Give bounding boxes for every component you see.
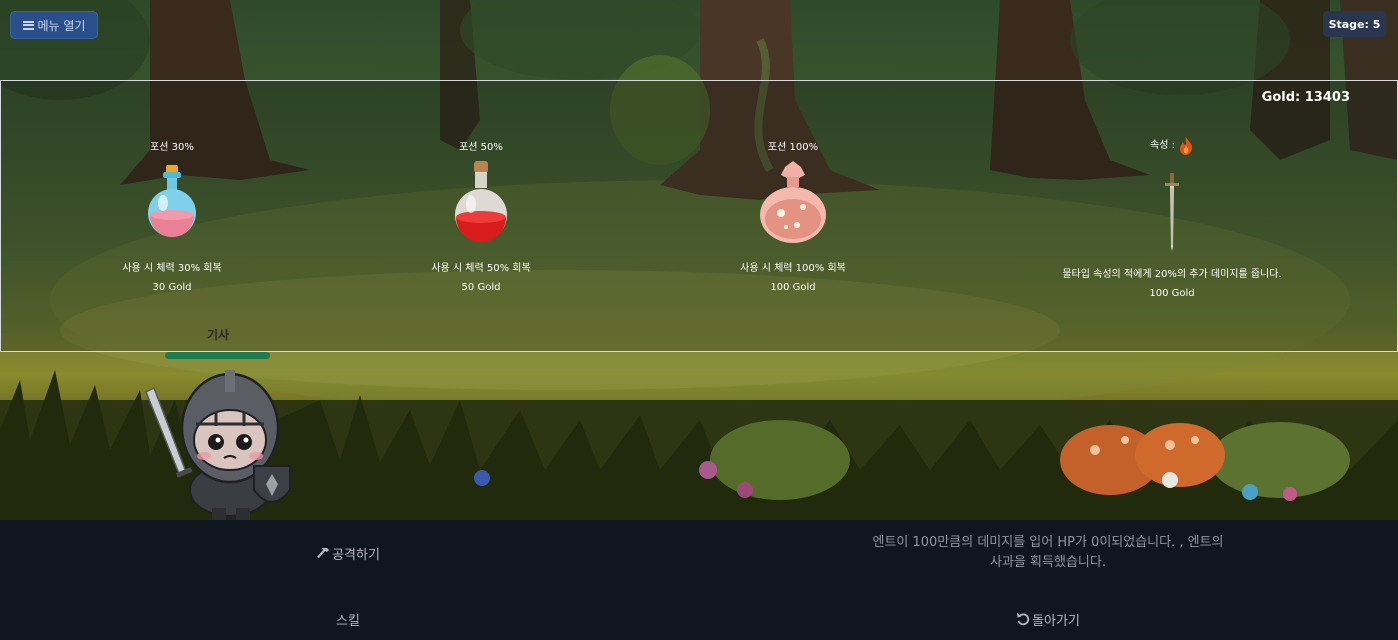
item-name: 포션 50% (459, 142, 503, 153)
back-button[interactable]: 돌아가기 (1000, 608, 1096, 630)
attack-button-label: 공격하기 (332, 547, 380, 563)
item-price: 100 Gold (1149, 288, 1195, 299)
item-name: 포션 30% (150, 142, 194, 153)
menu-icon (22, 20, 34, 30)
item-price: 30 Gold (152, 282, 192, 293)
item-description: 사용 시 체력 30% 회복 (122, 263, 222, 274)
stage-badge: Stage: 5 (1323, 11, 1386, 37)
item-description: 물타입 속성의 적에게 20%의 추가 데미지를 줍니다. (1062, 269, 1282, 280)
menu-button-label: 메뉴 열기 (37, 18, 86, 33)
shop-item-potion-30[interactable]: 포션 30% 사용 시 체력 30% 회복 30 Gold (92, 141, 252, 293)
undo-icon (1017, 613, 1030, 626)
potion-pink-icon (753, 159, 833, 249)
knight-character (140, 362, 300, 520)
shop-item-element-sword[interactable]: 속성 : 물타입 속성의 적에게 20%의 추가 데미지를 줍니다. 100 G… (1041, 137, 1303, 299)
shop-item-potion-100[interactable]: 포션 100% 사용 시 체력 100% 회복 100 Gold (713, 141, 873, 293)
skill-button-label: 스킬 (336, 613, 360, 629)
potion-red-icon (441, 159, 521, 249)
attack-button[interactable]: 공격하기 (300, 542, 396, 564)
menu-button[interactable]: 메뉴 열기 (10, 11, 98, 39)
item-price: 100 Gold (770, 282, 816, 293)
battle-log: 엔트이 100만큼의 데미지를 입어 HP가 0이되었습니다. , 엔트의 사과… (872, 535, 1224, 570)
skill-button[interactable]: 스킬 (310, 608, 386, 630)
character-hp-fill (165, 352, 270, 359)
fire-icon (1179, 137, 1193, 155)
item-description: 사용 시 체력 50% 회복 (431, 263, 531, 274)
back-button-label: 돌아가기 (1032, 613, 1080, 629)
character-name: 기사 (206, 328, 230, 342)
gold-counter: Gold: 13403 (1261, 90, 1350, 105)
item-name: 포션 100% (767, 142, 819, 153)
sword-icon (1132, 171, 1212, 253)
item-description: 사용 시 체력 100% 회복 (740, 263, 846, 274)
item-name-row: 속성 : (1041, 137, 1303, 155)
item-name: 속성 : (1150, 140, 1175, 151)
character-hp-bar (165, 352, 270, 359)
shop-item-potion-50[interactable]: 포션 50% 사용 시 체력 50% 회복 50 Gold (401, 141, 561, 293)
shop-panel: Gold: 13403 포션 30% 사용 시 체력 30% 회복 30 Gol… (0, 80, 1398, 352)
action-panel: 공격하기 스킬 돌아가기 엔트이 100만큼의 데미지를 입어 HP가 0이되었… (0, 520, 1398, 640)
hammer-icon (317, 548, 330, 558)
potion-blue-icon (132, 159, 212, 249)
item-price: 50 Gold (461, 282, 501, 293)
